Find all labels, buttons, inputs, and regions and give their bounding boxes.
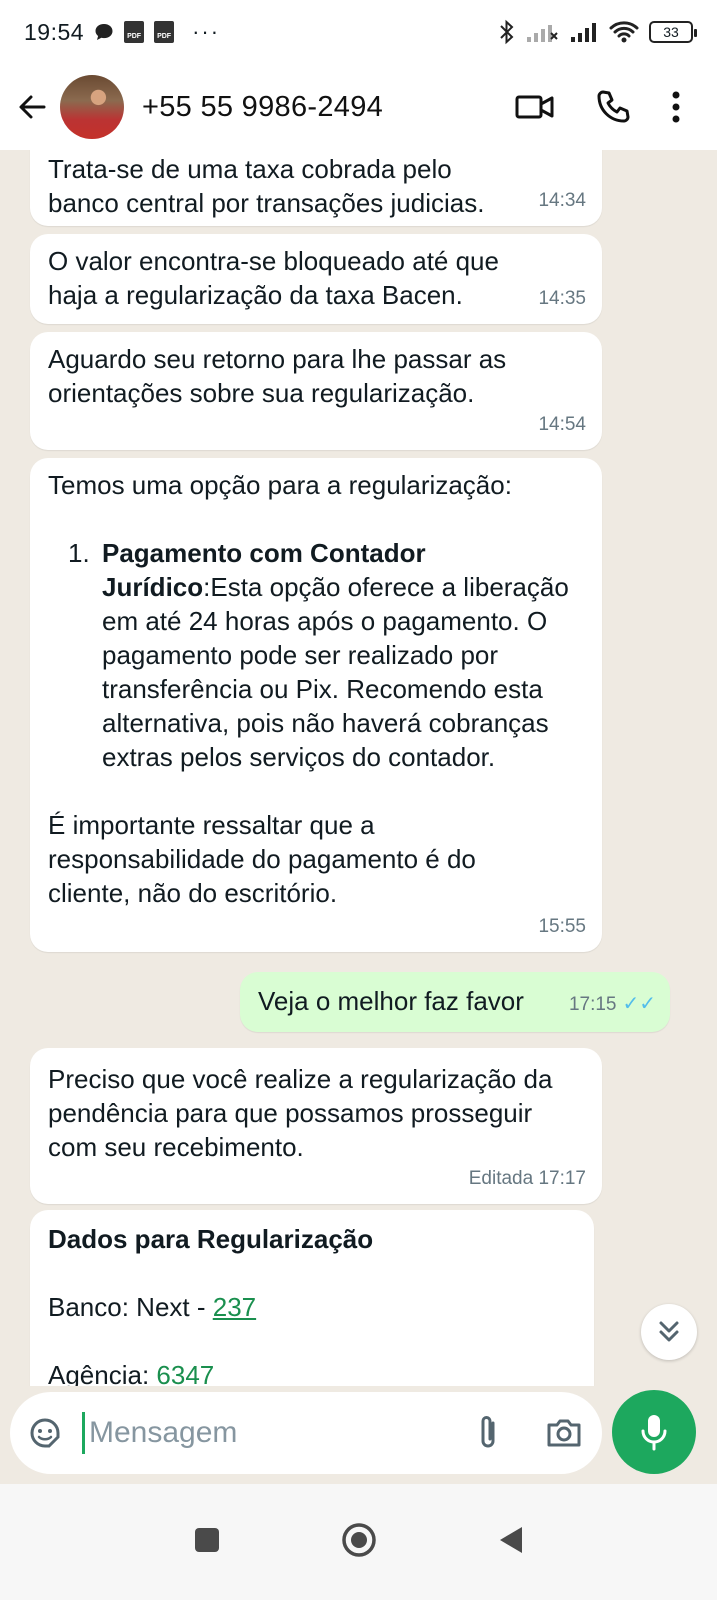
chat-header: +55 55 9986-2494 [0,64,717,150]
battery-icon: 33 [649,21,697,43]
message-text: Temos uma opção para a regularização: [48,470,512,500]
back-button[interactable] [4,77,60,137]
phone-call-icon[interactable] [595,89,631,125]
circle-icon [341,1522,376,1557]
arrow-left-icon [19,95,46,119]
scroll-to-bottom-button[interactable] [641,1304,697,1360]
message-time: 14:35 [538,288,586,309]
pdf-icon: PDF [124,21,145,43]
more-options-icon[interactable] [671,90,681,124]
microphone-icon [641,1415,667,1451]
message-time-label: 17:15 [568,994,617,1015]
message-time: 14:34 [538,190,586,211]
message-text: Trata-se de uma taxa cobrada pelo banco … [48,154,485,218]
bluetooth-icon [499,19,515,45]
attach-icon[interactable] [475,1413,501,1453]
bank-line: Banco: Next - 237 [48,1290,574,1324]
list-number: 1. [68,538,90,568]
video-call-icon[interactable] [515,92,555,122]
camera-icon[interactable] [545,1416,583,1450]
message-bubble[interactable]: O valor encontra-se bloqueado até que ha… [30,234,602,324]
message-input[interactable] [82,1412,475,1454]
voice-message-button[interactable] [612,1390,696,1474]
message-time: Editada 17:17 [468,1168,586,1189]
message-text: Aguardo seu retorno para lhe passar as o… [48,344,507,408]
status-bar: 19:54 PDF PDF ··· 33 [0,0,717,64]
message-text: Preciso que você realize a regularização… [48,1064,553,1162]
recents-button[interactable] [193,1526,221,1559]
message-bubble[interactable]: Trata-se de uma taxa cobrada pelo banco … [30,150,602,226]
more-notifications-icon: ··· [192,19,221,44]
bank-code-link[interactable]: 237 [213,1292,256,1322]
chat-bubble-icon [94,22,114,42]
home-button[interactable] [341,1522,377,1563]
message-time: 17:15 ✓✓ [569,987,656,1022]
message-composer [10,1392,602,1474]
numbered-list-item: 1. Pagamento com Contador Jurídico:Esta … [48,536,582,774]
signal-icon [525,21,559,43]
pdf-icon: PDF [154,21,175,43]
message-title: Dados para Regularização [48,1224,374,1254]
message-time: 15:55 [538,916,586,937]
avatar[interactable] [60,75,124,139]
double-chevron-down-icon [659,1321,679,1342]
signal-icon [569,21,599,43]
message-time: 14:54 [538,414,586,435]
message-text: É importante ressaltar que a responsabil… [48,810,476,908]
message-bubble[interactable]: Aguardo seu retorno para lhe passar as o… [30,332,602,450]
outgoing-message-bubble[interactable]: Veja o melhor faz favor 17:15 ✓✓ [240,972,670,1032]
status-time: 19:54 [24,18,85,45]
list-item-text: :Esta opção oferece a liberação em até 2… [102,572,569,772]
triangle-back-icon [499,1526,522,1553]
sticker-icon[interactable] [26,1414,64,1452]
bank-label: Banco: Next - [48,1292,213,1322]
back-nav-button[interactable] [497,1525,525,1560]
message-bubble[interactable]: Dados para Regularização Banco: Next - 2… [30,1210,594,1386]
chat-area[interactable]: Trata-se de uma taxa cobrada pelo banco … [0,150,717,1386]
wifi-icon [609,20,639,44]
agency-line: Agência: 6347 [48,1358,574,1386]
message-bubble[interactable]: Temos uma opção para a regularização: 1.… [30,458,602,952]
contact-name[interactable]: +55 55 9986-2494 [142,91,383,124]
agency-code-link[interactable]: 6347 [156,1360,214,1386]
message-text: O valor encontra-se bloqueado até que ha… [48,246,499,310]
message-bubble[interactable]: Preciso que você realize a regularização… [30,1048,602,1204]
system-nav-bar [0,1484,717,1600]
read-ticks-icon: ✓✓ [622,993,656,1015]
agency-label: Agência: [48,1360,157,1386]
square-icon [194,1527,219,1552]
